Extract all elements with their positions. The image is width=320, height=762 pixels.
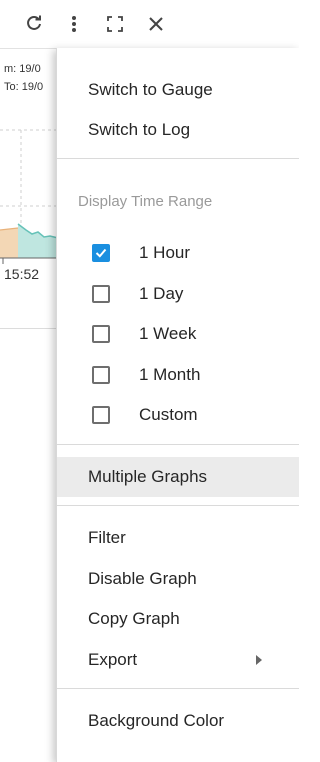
time-range-label-custom: Custom bbox=[139, 405, 198, 424]
background-color-label: Background Color bbox=[88, 711, 225, 730]
time-range-option-1-hour[interactable]: 1 Hour bbox=[57, 234, 299, 272]
switch-to-gauge-label: Switch to Gauge bbox=[88, 80, 213, 99]
fullscreen-icon[interactable] bbox=[103, 12, 127, 36]
graph-plot-area bbox=[0, 129, 60, 264]
disable-graph-item[interactable]: Disable Graph bbox=[57, 559, 299, 599]
area-series-orange bbox=[0, 228, 18, 258]
filter-label: Filter bbox=[88, 528, 126, 547]
submenu-arrow-icon bbox=[256, 655, 262, 665]
checkbox-unchecked-icon[interactable] bbox=[92, 406, 110, 424]
chart-divider bbox=[0, 328, 58, 329]
checkbox-unchecked-icon[interactable] bbox=[92, 366, 110, 384]
time-range-label-1-day: 1 Day bbox=[139, 284, 184, 303]
range-from-text: m: 19/0 bbox=[4, 63, 41, 75]
checkbox-unchecked-icon[interactable] bbox=[92, 325, 110, 343]
x-axis-tick-label: 15:52 bbox=[4, 266, 40, 282]
refresh-icon[interactable] bbox=[22, 12, 46, 36]
switch-to-log-label: Switch to Log bbox=[88, 120, 191, 139]
multiple-graphs-label: Multiple Graphs bbox=[88, 467, 208, 486]
export-label: Export bbox=[88, 650, 138, 669]
filter-item[interactable]: Filter bbox=[57, 518, 299, 558]
copy-graph-label: Copy Graph bbox=[88, 609, 180, 628]
graph-toolbar bbox=[0, 0, 192, 49]
disable-graph-label: Disable Graph bbox=[88, 569, 197, 588]
more-vertical-icon[interactable] bbox=[62, 12, 86, 36]
export-item[interactable]: Export bbox=[57, 640, 299, 680]
time-range-option-1-week[interactable]: 1 Week bbox=[57, 315, 299, 353]
checkbox-unchecked-icon[interactable] bbox=[92, 285, 110, 303]
checkbox-checked-icon[interactable] bbox=[92, 244, 110, 262]
time-range-header: Display Time Range bbox=[78, 193, 213, 210]
time-range-option-custom[interactable]: Custom bbox=[57, 396, 299, 434]
copy-graph-item[interactable]: Copy Graph bbox=[57, 599, 299, 639]
multiple-graphs-item[interactable]: Multiple Graphs bbox=[57, 457, 299, 497]
time-range-label-1-hour: 1 Hour bbox=[139, 243, 191, 262]
menu-divider bbox=[57, 444, 299, 445]
range-to-text: To: 19/0 bbox=[4, 81, 44, 93]
time-range-label-1-week: 1 Week bbox=[139, 324, 197, 343]
close-icon[interactable] bbox=[144, 12, 168, 36]
switch-to-log-item[interactable]: Switch to Log bbox=[57, 110, 299, 150]
graph-widget-with-menu: m: 19/0 To: 19/0 15:52 Switch to Gauge S… bbox=[0, 0, 299, 762]
time-range-label-1-month: 1 Month bbox=[139, 365, 201, 384]
background-color-item[interactable]: Background Color bbox=[57, 701, 299, 741]
time-range-option-1-day[interactable]: 1 Day bbox=[57, 275, 299, 313]
switch-to-gauge-item[interactable]: Switch to Gauge bbox=[57, 70, 299, 110]
time-range-option-1-month[interactable]: 1 Month bbox=[57, 356, 299, 394]
menu-divider bbox=[57, 505, 299, 506]
menu-divider bbox=[57, 688, 299, 689]
graph-options-menu: Switch to Gauge Switch to Log Display Ti… bbox=[56, 48, 299, 762]
menu-divider bbox=[57, 158, 299, 159]
